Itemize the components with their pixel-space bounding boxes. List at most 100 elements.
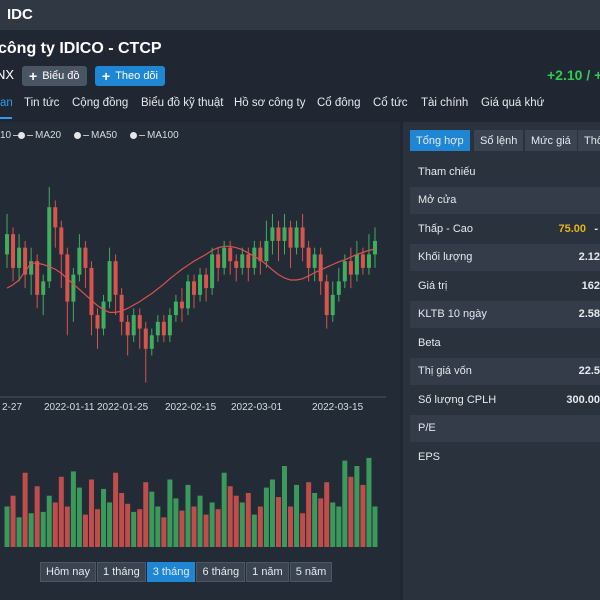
panel-tab-summary[interactable]: Tổng hợp (410, 130, 470, 151)
range-today[interactable]: Hôm nay (40, 562, 97, 582)
volume-bar (16, 517, 22, 547)
candle-body (348, 261, 353, 275)
stat-row-market-cap: Thị giá vốn 22.5 (410, 358, 600, 385)
panel-tab-price-levels[interactable]: Mức giá (525, 130, 577, 151)
volume-bar (137, 509, 143, 547)
volume-bar (149, 491, 155, 547)
stat-label: EPS (418, 451, 441, 463)
x-tick-label: 2022-02-15 (165, 402, 217, 413)
volume-bar (197, 495, 203, 547)
candle-body (47, 207, 52, 282)
volume-bar (330, 502, 336, 547)
volume-bar (209, 502, 215, 547)
volume-bar (245, 493, 251, 547)
candle-body (372, 240, 377, 255)
volume-bar (143, 482, 149, 547)
candle-body (282, 227, 287, 241)
volume-bar (257, 506, 263, 547)
candle-body (318, 254, 323, 282)
volume-bar (107, 502, 113, 547)
volume-bar (95, 509, 100, 547)
volume-bar (318, 498, 324, 547)
candle-body (270, 227, 275, 241)
volume-bar (306, 482, 312, 547)
candle-body (198, 274, 203, 295)
candle-body (300, 227, 305, 248)
candle-body (131, 315, 136, 336)
volume-bar (70, 471, 76, 547)
volume-bar (360, 484, 366, 547)
volume-bar (173, 498, 179, 547)
candle-body (89, 267, 94, 316)
volume-bar (161, 517, 167, 547)
candle-body (185, 281, 190, 309)
candle-body (210, 254, 215, 289)
candle-body (354, 254, 359, 275)
volume-bar (34, 486, 40, 547)
candle-body (312, 254, 317, 268)
candle-body (83, 247, 88, 268)
panel-tab-stats[interactable]: Thố (578, 130, 600, 151)
range-6-months[interactable]: 6 tháng (196, 562, 246, 582)
candle-body (276, 227, 281, 241)
volume-bar (22, 472, 28, 547)
volume-bar (221, 472, 227, 547)
panel-tab-orderbook[interactable]: Sổ lệnh (474, 130, 524, 151)
x-tick-label: 2022-01-11 (44, 402, 95, 413)
stat-label: Giá trị (418, 280, 448, 292)
range-5-years[interactable]: 5 năm (289, 562, 333, 582)
volume-bar (125, 503, 131, 547)
stat-value: 22.5 (578, 365, 600, 377)
candle-body (228, 247, 233, 262)
stat-row-volume: Khối lượng 2.12 (410, 244, 600, 271)
stat-row-avg-volume: KLTB 10 ngày 2.58 (410, 301, 600, 328)
volume-bar (185, 484, 191, 547)
candle-body (173, 301, 178, 316)
volume-bar (300, 513, 306, 547)
candle-body (113, 261, 118, 295)
candle-body (35, 261, 40, 295)
candle-body (17, 247, 22, 268)
stat-value: 2.12 (578, 251, 600, 263)
candle-body (125, 321, 130, 336)
candle-body (41, 281, 46, 295)
volume-bar (167, 479, 173, 547)
volume-bar (119, 493, 125, 547)
candle-body (5, 234, 10, 255)
candle-body (204, 274, 209, 289)
volume-bar (288, 506, 294, 547)
candle-body (336, 281, 341, 295)
candle-body (11, 234, 16, 268)
candle-body (360, 254, 365, 268)
stat-label: Thấp - Cao (418, 223, 474, 235)
stat-row-beta: Beta (410, 330, 600, 357)
range-3-months[interactable]: 3 tháng (146, 562, 196, 582)
stat-row-reference: Tham chiếu (410, 159, 600, 186)
volume-bar (372, 506, 378, 547)
stat-label: Thị giá vốn (418, 365, 472, 377)
volume-bar (113, 472, 119, 547)
candle-body (137, 315, 142, 329)
volume-bar (251, 514, 257, 547)
stat-label: Tham chiếu (418, 166, 476, 178)
volume-bar (58, 476, 64, 547)
candle-body (71, 274, 76, 302)
range-1-year[interactable]: 1 năm (246, 562, 289, 582)
volume-bar (64, 506, 70, 547)
volume-bar (324, 482, 330, 547)
stat-row-open: Mở cửa (410, 187, 600, 214)
volume-bar (239, 502, 245, 547)
candle-body (53, 207, 58, 228)
stat-row-shares-outstanding: Số lượng CPLH 300.00 (410, 387, 600, 414)
candle-body (366, 254, 371, 268)
range-1-month[interactable]: 1 tháng (97, 562, 146, 582)
candle-body (95, 315, 100, 329)
candle-body (330, 294, 335, 316)
volume-bar (155, 506, 161, 547)
candle-body (119, 294, 124, 322)
candle-body (306, 247, 311, 268)
candle-body (155, 321, 160, 336)
candle-body (179, 301, 184, 309)
volume-bar (294, 484, 300, 547)
volume-bar (76, 487, 82, 547)
